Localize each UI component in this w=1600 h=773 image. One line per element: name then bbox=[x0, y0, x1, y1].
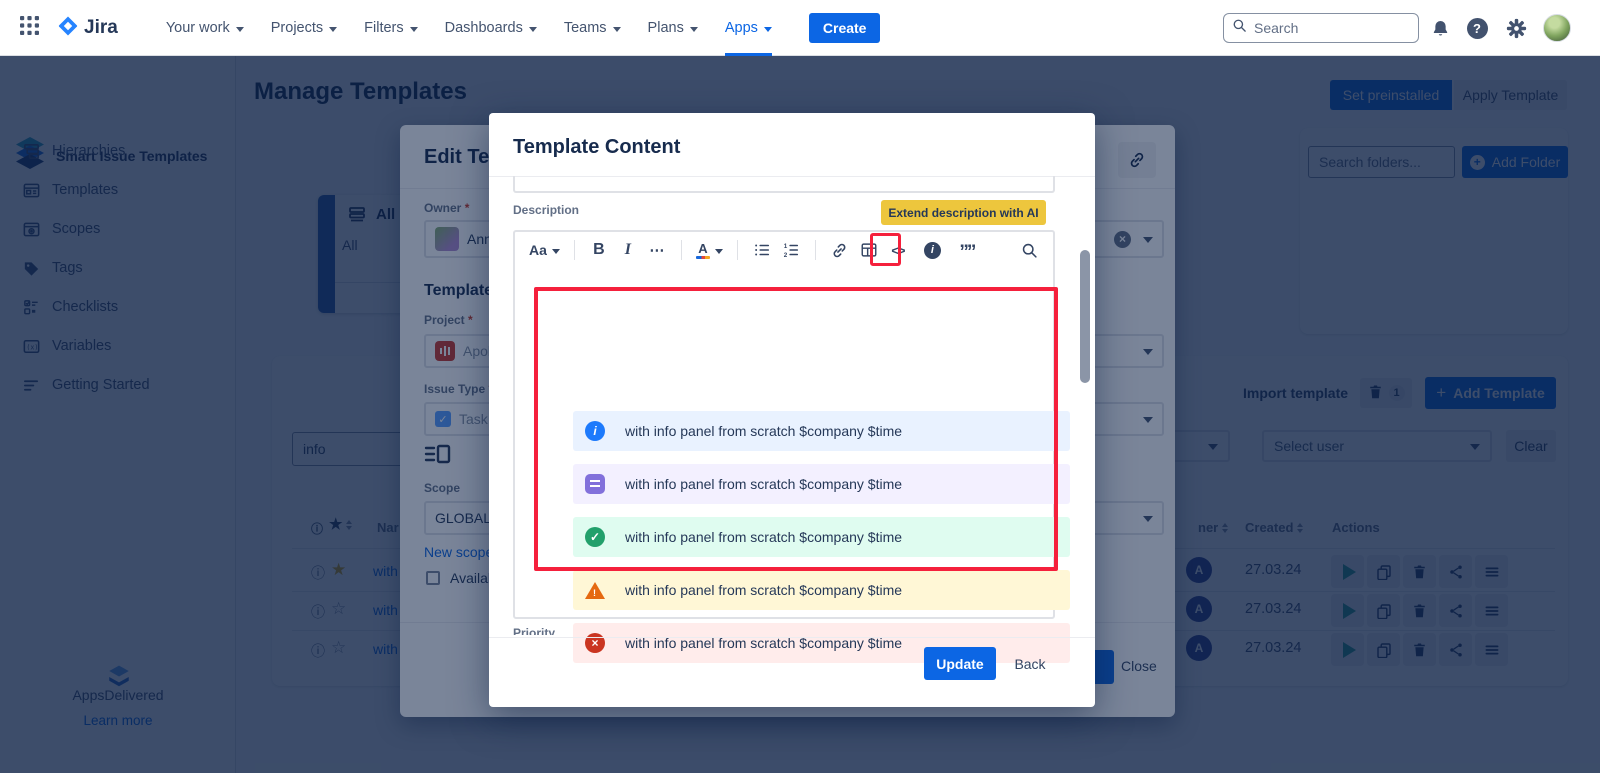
panel-text: with info panel from scratch $company $t… bbox=[625, 476, 902, 492]
content-modal-title: Template Content bbox=[513, 136, 680, 159]
panel-text: with info panel from scratch $company $t… bbox=[625, 529, 902, 545]
app-switcher-icon[interactable] bbox=[20, 16, 39, 40]
panel-text: with info panel from scratch $company $t… bbox=[625, 423, 902, 439]
template-content-modal: Template Content Description Extend desc… bbox=[489, 113, 1095, 707]
settings-gear-icon[interactable] bbox=[1502, 0, 1530, 56]
toolbar-separator bbox=[681, 240, 682, 260]
error-cross-icon: × bbox=[585, 633, 605, 653]
chevron-down-icon bbox=[764, 27, 772, 32]
notifications-bell-icon[interactable] bbox=[1426, 0, 1454, 56]
success-check-icon: ✓ bbox=[585, 527, 605, 547]
create-button[interactable]: Create bbox=[809, 13, 881, 43]
table-button[interactable] bbox=[859, 236, 879, 264]
clipped-next-field-label: Priority bbox=[513, 626, 633, 635]
jira-logo[interactable]: Jira bbox=[57, 15, 118, 42]
chevron-down-icon bbox=[613, 27, 621, 32]
info-panel-icon: i bbox=[924, 242, 941, 259]
info-panel[interactable]: i with info panel from scratch $company … bbox=[573, 411, 1070, 451]
global-search[interactable] bbox=[1223, 13, 1419, 43]
avatar-image bbox=[1543, 14, 1571, 42]
search-icon bbox=[1232, 18, 1247, 38]
nav-item-your-work[interactable]: Your work bbox=[166, 0, 244, 56]
chevron-down-icon bbox=[529, 27, 537, 32]
more-formatting-button[interactable]: ⋯ bbox=[647, 236, 667, 264]
nav-item-filters[interactable]: Filters bbox=[364, 0, 417, 56]
bullet-list-button[interactable] bbox=[752, 236, 772, 264]
info-panel-button[interactable]: i bbox=[917, 236, 948, 264]
text-style-dropdown[interactable]: Aa bbox=[529, 236, 560, 264]
numbered-list-button[interactable]: 12 bbox=[781, 236, 801, 264]
top-navigation: Jira Your work Projects Filters Dashboar… bbox=[0, 0, 1600, 56]
scrolled-field-fragment[interactable] bbox=[513, 176, 1055, 193]
user-avatar[interactable] bbox=[1543, 0, 1571, 56]
search-input[interactable] bbox=[1254, 20, 1384, 36]
nav-item-dashboards[interactable]: Dashboards bbox=[445, 0, 537, 56]
panel-text: with info panel from scratch $company $t… bbox=[625, 582, 902, 598]
jira-logo-text: Jira bbox=[84, 17, 118, 39]
success-panel[interactable]: ✓ with info panel from scratch $company … bbox=[573, 517, 1070, 557]
svg-text:2: 2 bbox=[784, 252, 788, 259]
toolbar-separator bbox=[815, 240, 816, 260]
text-color-button[interactable]: A bbox=[696, 236, 723, 264]
update-button[interactable]: Update bbox=[924, 647, 996, 680]
question-mark-glyph: ? bbox=[1467, 18, 1488, 39]
note-icon bbox=[585, 474, 605, 494]
code-block-button[interactable]: <> bbox=[888, 236, 908, 264]
link-button[interactable] bbox=[830, 236, 850, 264]
chevron-down-icon bbox=[715, 249, 723, 254]
jira-logo-icon bbox=[57, 15, 79, 42]
back-button[interactable]: Back bbox=[1006, 647, 1054, 680]
nav-item-teams[interactable]: Teams bbox=[564, 0, 621, 56]
nav-item-apps[interactable]: Apps bbox=[725, 0, 772, 56]
editor-toolbar: Aa B I ⋯ A 12 <> i ”” bbox=[515, 232, 1053, 268]
modal-footer-divider bbox=[489, 637, 1095, 638]
editor-search-button[interactable] bbox=[1019, 236, 1039, 264]
quote-button[interactable]: ”” bbox=[957, 239, 977, 267]
chevron-down-icon bbox=[329, 27, 337, 32]
chevron-down-icon bbox=[410, 27, 418, 32]
toolbar-separator bbox=[574, 240, 575, 260]
nav-item-plans[interactable]: Plans bbox=[648, 0, 698, 56]
extend-description-ai-button[interactable]: Extend description with AI bbox=[881, 200, 1046, 225]
chevron-down-icon bbox=[236, 27, 244, 32]
italic-button[interactable]: I bbox=[618, 236, 638, 264]
warning-triangle-icon: ! bbox=[585, 582, 605, 599]
svg-text:1: 1 bbox=[784, 243, 788, 250]
bold-button[interactable]: B bbox=[589, 236, 609, 264]
chevron-down-icon bbox=[690, 27, 698, 32]
nav-item-projects[interactable]: Projects bbox=[271, 0, 337, 56]
nav-menu: Your work Projects Filters Dashboards Te… bbox=[166, 0, 881, 56]
modal-scrollbar-thumb[interactable] bbox=[1080, 250, 1090, 383]
description-editor: Aa B I ⋯ A 12 <> i ”” bbox=[513, 230, 1055, 619]
warning-panel[interactable]: ! with info panel from scratch $company … bbox=[573, 570, 1070, 610]
toolbar-separator bbox=[737, 240, 738, 260]
chevron-down-icon bbox=[552, 249, 560, 254]
help-icon[interactable]: ? bbox=[1463, 0, 1491, 56]
app-window: Jira Your work Projects Filters Dashboar… bbox=[0, 0, 1600, 773]
color-bar bbox=[696, 256, 710, 259]
description-label: Description bbox=[513, 203, 579, 217]
info-icon: i bbox=[585, 421, 605, 441]
note-panel[interactable]: with info panel from scratch $company $t… bbox=[573, 464, 1070, 504]
